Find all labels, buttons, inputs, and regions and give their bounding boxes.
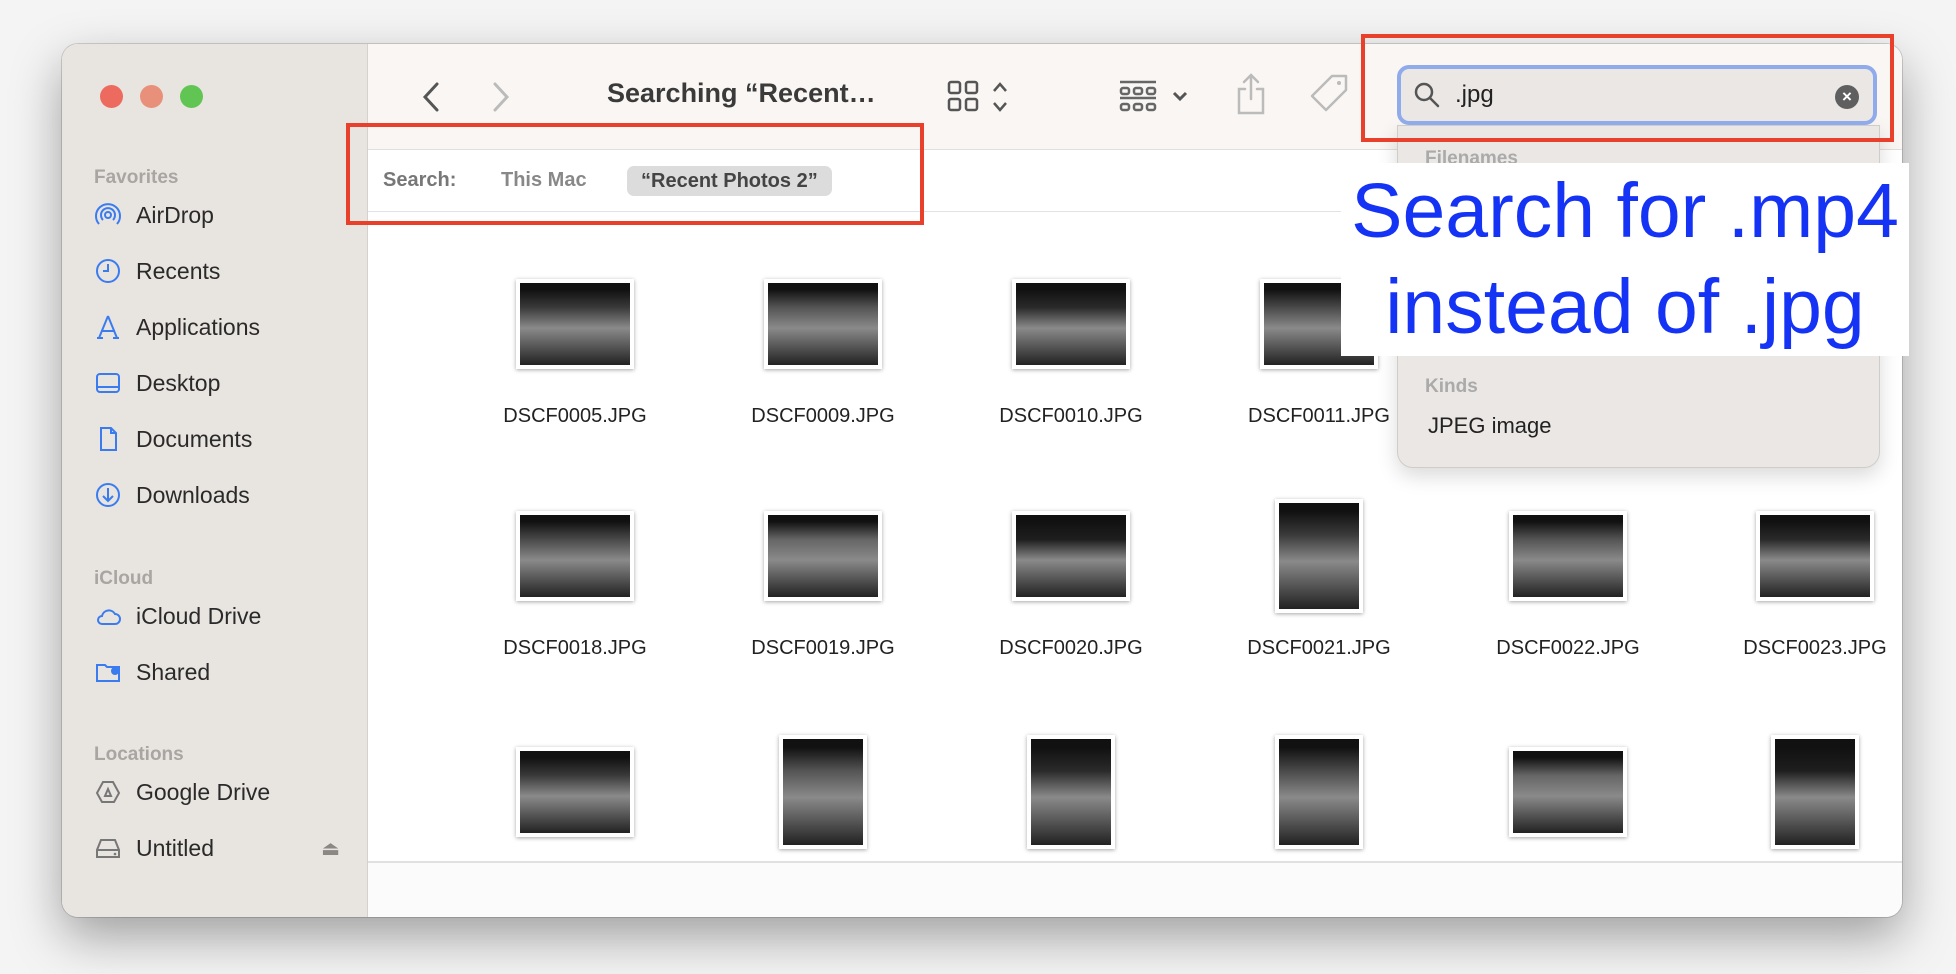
clock-icon	[96, 259, 120, 283]
file-thumbnail[interactable]	[1027, 735, 1115, 849]
forward-button[interactable]	[486, 77, 516, 117]
photo-preview	[1016, 515, 1126, 597]
share-icon	[1237, 73, 1265, 115]
sidebar-item-label: Recents	[136, 257, 221, 284]
photo-preview	[1760, 515, 1870, 597]
file-thumbnail[interactable]	[764, 511, 882, 601]
google-drive-icon	[95, 781, 121, 803]
file-name[interactable]: DSCF0019.JPG	[703, 637, 943, 660]
file-name[interactable]: DSCF0009.JPG	[703, 405, 943, 428]
photo-preview	[1031, 739, 1111, 845]
sidebar-item-recents[interactable]: Recents	[94, 251, 354, 291]
share-button[interactable]	[1234, 72, 1268, 116]
sidebar-item-label: AirDrop	[136, 201, 214, 228]
tag-icon	[1310, 74, 1348, 112]
photo-preview	[520, 283, 630, 365]
photo-preview	[783, 739, 863, 845]
file-thumbnail[interactable]	[1275, 735, 1363, 849]
sidebar-item-label: Google Drive	[136, 778, 271, 805]
sidebar-section-locations: Locations	[94, 744, 184, 765]
photo-preview	[1279, 503, 1359, 609]
sidebar-item-google-drive[interactable]: Google Drive	[94, 772, 354, 812]
annotation-note: Search for .mp4 instead of .jpg	[1341, 163, 1909, 356]
file-thumbnail[interactable]	[516, 511, 634, 601]
file-name[interactable]: DSCF0005.JPG	[455, 405, 695, 428]
annotation-line-2: instead of .jpg	[1385, 264, 1865, 350]
file-name[interactable]: DSCF0010.JPG	[951, 405, 1191, 428]
annotation-box-search	[1361, 34, 1894, 142]
minimize-button[interactable]	[140, 85, 163, 108]
sidebar-item-label: Shared	[136, 658, 211, 685]
file-name[interactable]: DSCF0018.JPG	[455, 637, 695, 660]
photo-preview	[1513, 751, 1623, 833]
photo-preview	[520, 751, 630, 833]
sidebar-item-label: Downloads	[136, 481, 250, 508]
sidebar-item-label: Documents	[136, 425, 253, 452]
file-thumbnail[interactable]	[1756, 511, 1874, 601]
file-thumbnail[interactable]	[764, 279, 882, 369]
annotation-box-scope	[346, 123, 924, 225]
eject-icon[interactable]: ⏏	[321, 836, 340, 861]
tag-button[interactable]	[1308, 72, 1352, 116]
file-thumbnail[interactable]	[1012, 511, 1130, 601]
view-mode-button[interactable]	[946, 77, 1016, 117]
sidebar-item-label: Untitled	[136, 834, 214, 861]
sidebar-item-downloads[interactable]: Downloads	[94, 475, 354, 515]
sidebar-section-favorites: Favorites	[94, 167, 179, 188]
photo-preview	[1016, 283, 1126, 365]
sidebar-item-icloud-drive[interactable]: iCloud Drive	[94, 596, 354, 636]
zoom-button[interactable]	[180, 85, 203, 108]
sidebar-item-label: iCloud Drive	[136, 602, 262, 629]
airdrop-icon	[95, 203, 121, 225]
suggestion-jpeg-image[interactable]: JPEG image	[1428, 413, 1552, 439]
download-icon	[96, 483, 120, 507]
shared-folder-icon	[96, 664, 120, 682]
sidebar-item-shared[interactable]: Shared	[94, 652, 354, 692]
file-thumbnail[interactable]	[516, 747, 634, 837]
file-thumbnail[interactable]	[516, 279, 634, 369]
file-thumbnail[interactable]	[1771, 735, 1859, 849]
sidebar-item-label: Applications	[136, 313, 261, 340]
annotation-line-1: Search for .mp4	[1351, 168, 1899, 254]
cloud-icon	[97, 609, 121, 625]
file-name[interactable]: DSCF0023.JPG	[1695, 637, 1902, 660]
group-icon	[1119, 80, 1188, 112]
sidebar-item-documents[interactable]: Documents	[94, 419, 354, 459]
desktop-icon	[96, 373, 120, 393]
sidebar-item-airdrop[interactable]: AirDrop	[94, 195, 354, 235]
sidebar-section-icloud: iCloud	[94, 568, 154, 589]
photo-preview	[520, 515, 630, 597]
file-thumbnail[interactable]	[1509, 747, 1627, 837]
file-thumbnail[interactable]	[779, 735, 867, 849]
back-button[interactable]	[416, 77, 446, 117]
applications-icon	[97, 315, 119, 339]
window-title: Searching “Recent…	[607, 78, 876, 108]
group-button[interactable]	[1118, 77, 1198, 117]
photo-preview	[768, 283, 878, 365]
sidebar-item-desktop[interactable]: Desktop	[94, 363, 354, 403]
icon-grid-icon	[947, 80, 1007, 112]
photo-preview	[1279, 739, 1359, 845]
file-thumbnail[interactable]	[1012, 279, 1130, 369]
file-thumbnail[interactable]	[1275, 499, 1363, 613]
photo-preview	[768, 515, 878, 597]
sidebar-item-label: Desktop	[136, 369, 221, 396]
photo-preview	[1775, 739, 1855, 845]
file-name[interactable]: DSCF0020.JPG	[951, 637, 1191, 660]
sidebar-item-untitled[interactable]: Untitled ⏏	[94, 828, 354, 868]
close-button[interactable]	[100, 85, 123, 108]
kinds-header: Kinds	[1425, 376, 1478, 397]
status-bar	[368, 861, 1902, 917]
file-name[interactable]: DSCF0021.JPG	[1199, 637, 1439, 660]
sidebar: Favorites AirDrop Recents Applications Deskt…	[62, 44, 368, 917]
file-thumbnail[interactable]	[1509, 511, 1627, 601]
photo-preview	[1513, 515, 1623, 597]
document-icon	[100, 427, 117, 451]
file-name[interactable]: DSCF0022.JPG	[1448, 637, 1688, 660]
sidebar-item-applications[interactable]: Applications	[94, 307, 354, 347]
drive-icon	[96, 839, 120, 858]
